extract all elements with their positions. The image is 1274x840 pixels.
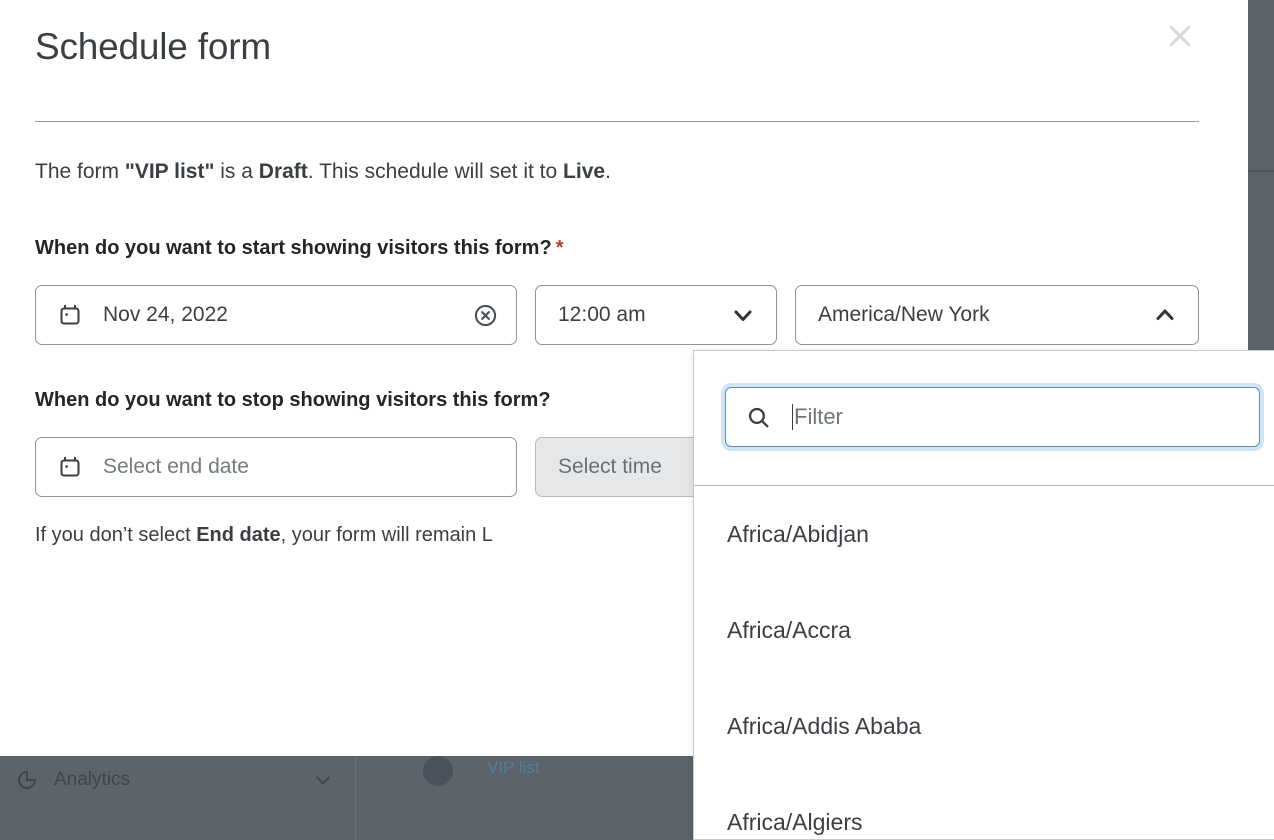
timezone-filter-field[interactable] [725,387,1260,447]
sidebar-item-analytics-label: Analytics [54,769,131,790]
timezone-dropdown-panel: Africa/Abidjan Africa/Accra Africa/Addis… [693,350,1274,840]
end-time-placeholder: Select time [558,455,662,478]
list-item[interactable]: Africa/Algiers [694,774,1274,839]
end-date-placeholder: Select end date [103,455,249,478]
footnote-suffix: , your form will remain L [280,524,493,546]
search-icon [745,404,771,430]
start-date-input[interactable]: Nov 24, 2022 [35,285,517,345]
calendar-icon [57,454,83,480]
start-date-value: Nov 24, 2022 [103,303,228,326]
form-status-text: The form "VIP list" is a Draft. This sch… [35,160,611,184]
timezone-option-list: Africa/Abidjan Africa/Accra Africa/Addis… [694,486,1274,839]
start-timezone-select[interactable]: America/New York [795,285,1199,345]
list-item[interactable]: Africa/Addis Ababa [694,678,1274,774]
background-sidebar: Analytics [0,756,356,840]
start-timezone-value: America/New York [818,303,990,326]
end-date-input[interactable]: Select end date [35,437,517,497]
end-date-footnote: If you don’t select End date, your form … [35,524,493,547]
status-form-name: "VIP list" [124,160,215,183]
calendar-icon [57,302,83,328]
background-content-panel: VIP list [357,756,694,840]
start-question-label: When do you want to start showing visito… [35,237,563,260]
avatar [423,756,453,786]
timezone-filter-input[interactable] [794,404,1259,430]
list-item[interactable]: Africa/Accra [694,582,1274,678]
header-divider [35,121,1199,122]
status-end: . [605,160,611,183]
status-prefix: The form [35,160,125,183]
text-cursor [792,404,793,430]
start-time-select[interactable]: 12:00 am [535,285,777,345]
required-asterisk: * [555,237,564,259]
chevron-down-icon [730,302,756,328]
start-question-text: When do you want to start showing visito… [35,237,552,259]
status-target-state: Live [563,160,606,183]
close-icon[interactable] [1162,18,1198,54]
background-form-link[interactable]: VIP list [487,758,540,778]
list-item[interactable]: Africa/Abidjan [694,486,1274,582]
background-strip-divider [1248,170,1274,172]
footnote-prefix: If you don’t select [35,524,197,546]
footnote-bold: End date [196,524,281,546]
screen: Analytics VIP list Schedule form The for… [0,0,1274,840]
stop-question-label: When do you want to stop showing visitor… [35,389,551,411]
chevron-down-icon [312,769,334,791]
status-suffix: . This schedule will set it to [307,160,564,183]
chevron-up-icon [1152,302,1178,328]
status-middle: is a [214,160,259,183]
analytics-icon [14,767,40,793]
page-title: Schedule form [35,26,271,67]
status-current-state: Draft [258,160,308,183]
start-time-value: 12:00 am [558,303,646,326]
sidebar-item-analytics[interactable]: Analytics [14,762,334,798]
clear-circle-x-icon[interactable] [472,302,498,328]
